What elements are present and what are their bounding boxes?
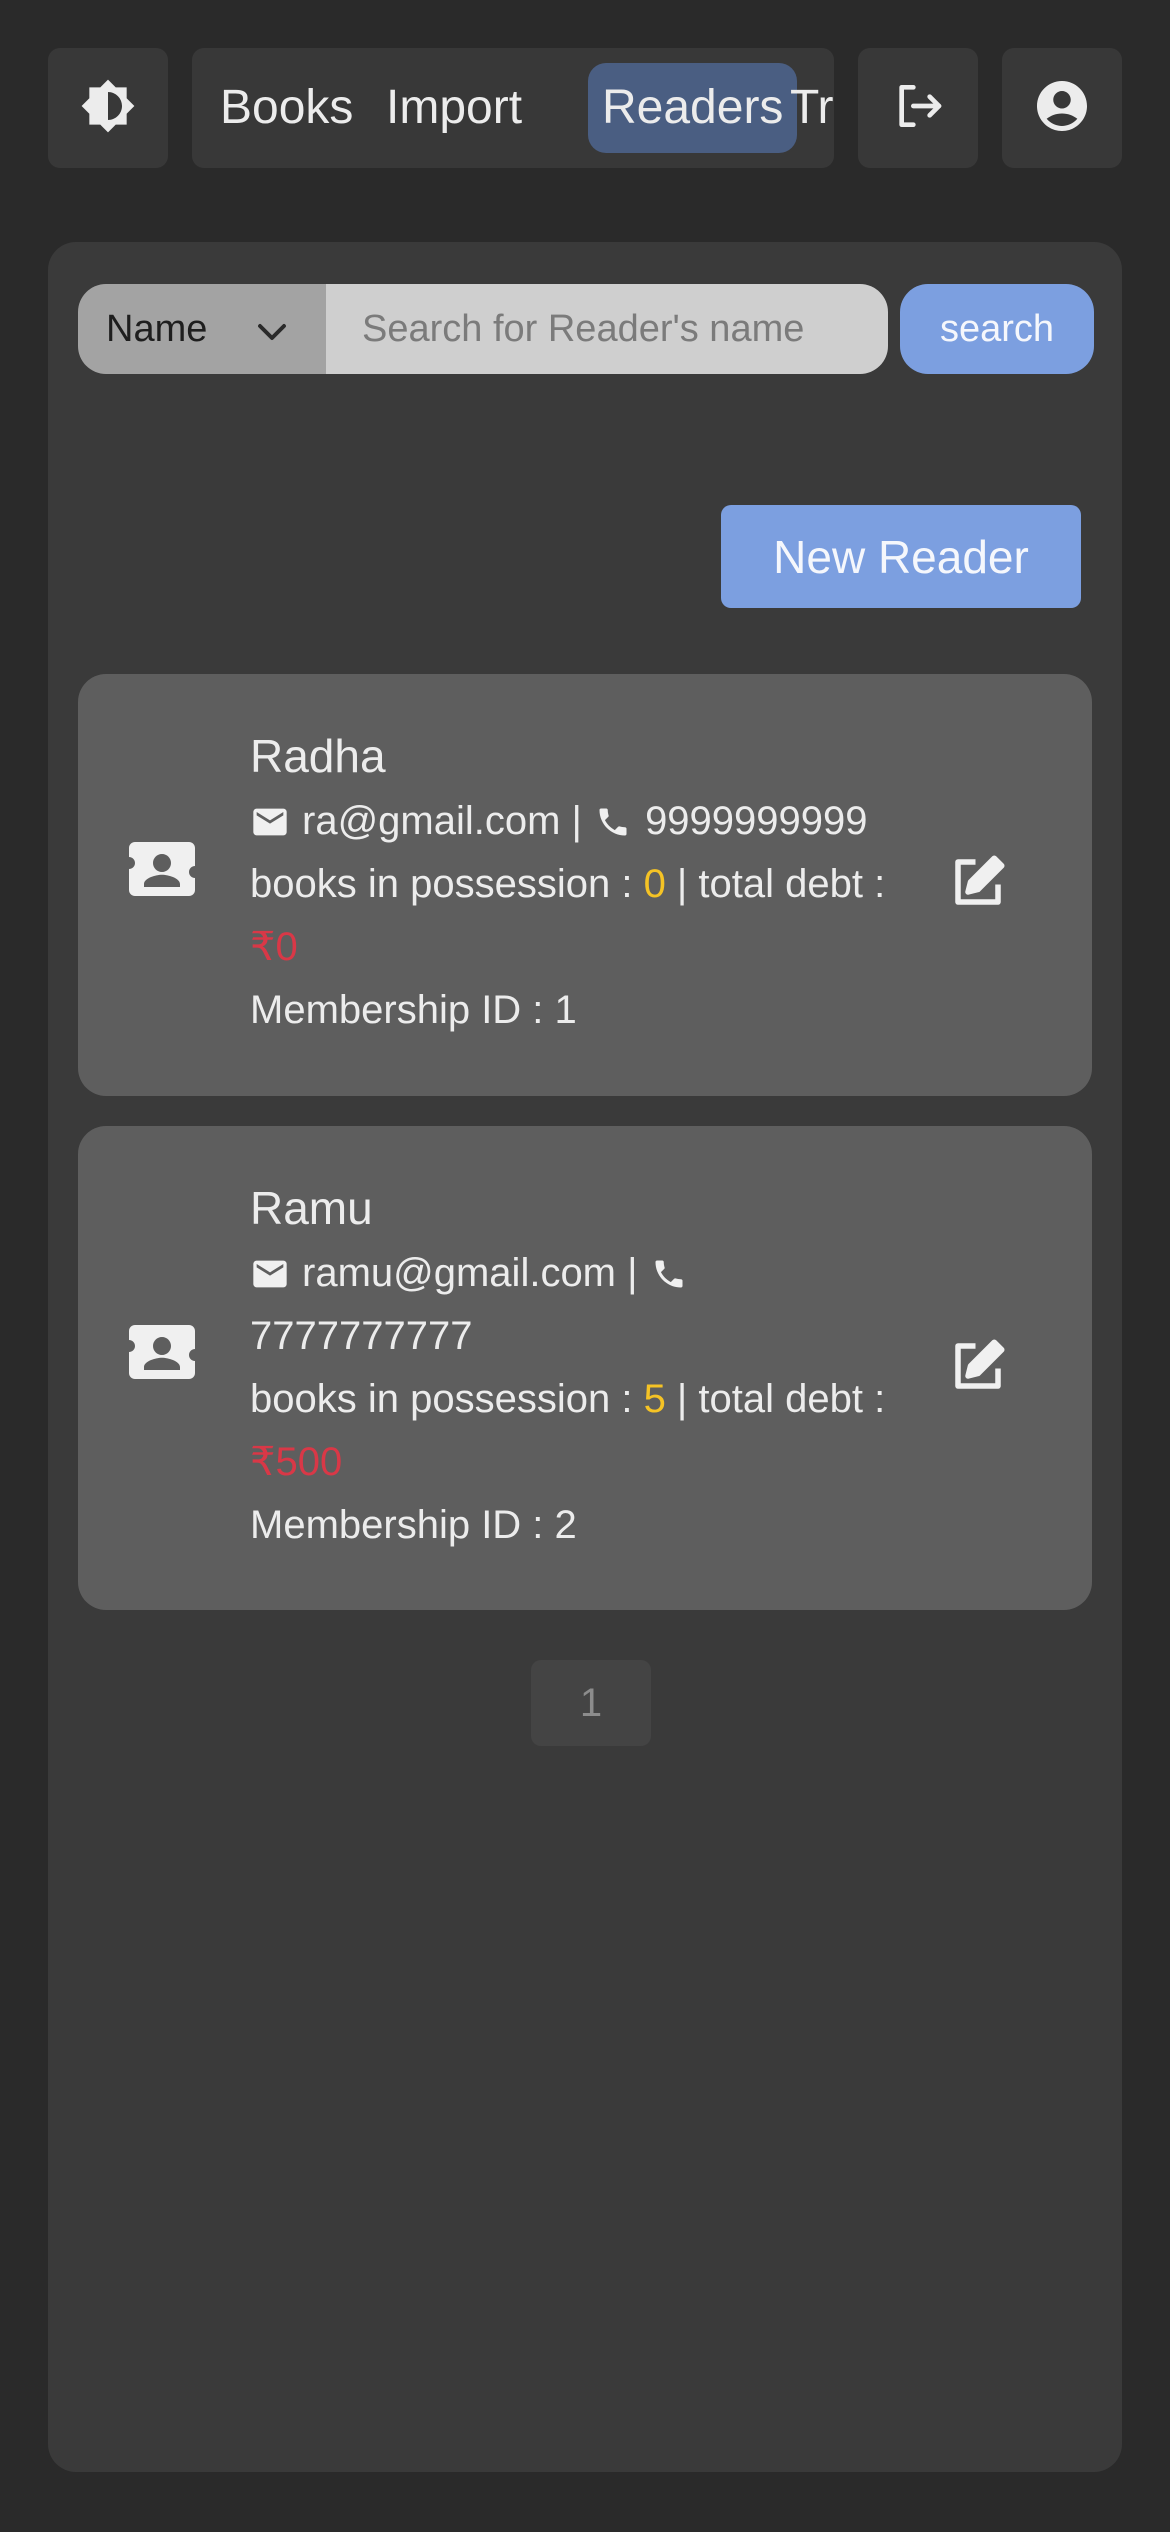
reader-name: Ramu bbox=[250, 1182, 373, 1234]
contact-line: ra@gmail.com | 9999999999 bbox=[250, 790, 930, 853]
reader-name: Radha bbox=[250, 730, 386, 782]
contact-line: ramu@gmail.com | 7777777777 bbox=[250, 1242, 930, 1368]
mail-icon bbox=[250, 1251, 302, 1295]
readers-panel: Name search New Reader Radha ra@gmail.co… bbox=[48, 242, 1122, 2472]
reader-email: ramu@gmail.com bbox=[302, 1251, 617, 1295]
reader-details: Ramu ramu@gmail.com | 7777777777 books i… bbox=[250, 1178, 930, 1557]
tab-import[interactable]: Import bbox=[372, 63, 536, 153]
separator: | bbox=[560, 799, 594, 843]
search-bar: Name search bbox=[78, 284, 1094, 374]
search-field-value: Name bbox=[106, 307, 208, 350]
tab-readers[interactable]: Readers bbox=[588, 63, 798, 153]
theme-toggle-button[interactable] bbox=[48, 48, 168, 168]
contact-card-icon bbox=[126, 839, 198, 904]
search-field-select[interactable]: Name bbox=[78, 284, 326, 374]
mail-icon bbox=[250, 799, 302, 843]
books-label: books in possession : bbox=[250, 1377, 644, 1421]
debt-amount: ₹500 bbox=[250, 1440, 343, 1484]
nav-tabs: Books Import Readers Tra bbox=[192, 48, 834, 168]
logout-icon bbox=[890, 78, 946, 139]
logout-button[interactable] bbox=[858, 48, 978, 168]
membership-label: Membership ID : bbox=[250, 1503, 555, 1547]
books-count: 5 bbox=[643, 1377, 666, 1421]
books-count: 0 bbox=[643, 862, 666, 906]
contact-card-icon bbox=[126, 1322, 198, 1387]
new-reader-button[interactable]: New Reader bbox=[721, 505, 1081, 608]
account-button[interactable] bbox=[1002, 48, 1122, 168]
reader-phone: 9999999999 bbox=[645, 799, 868, 843]
stats-line: books in possession : 0 | total debt : ₹… bbox=[250, 853, 930, 979]
membership-id: 1 bbox=[554, 988, 577, 1032]
membership-label: Membership ID : bbox=[250, 988, 555, 1032]
account-circle-icon bbox=[1032, 76, 1092, 141]
pagination-page-button[interactable]: 1 bbox=[531, 1660, 651, 1746]
reader-email: ra@gmail.com bbox=[302, 799, 561, 843]
brightness-icon bbox=[80, 78, 136, 139]
membership-id: 2 bbox=[554, 1503, 577, 1547]
books-label: books in possession : bbox=[250, 862, 644, 906]
separator: | bbox=[616, 1251, 649, 1295]
debt-amount: ₹0 bbox=[250, 925, 298, 969]
debt-label: | total debt : bbox=[665, 1377, 886, 1421]
tab-books[interactable]: Books bbox=[206, 63, 367, 153]
edit-icon[interactable] bbox=[948, 852, 1008, 917]
search-input[interactable] bbox=[326, 284, 888, 374]
chevron-down-icon bbox=[254, 314, 290, 357]
tab-transactions[interactable]: Tra bbox=[776, 63, 834, 153]
reader-details: Radha ra@gmail.com | 9999999999 books in… bbox=[250, 726, 930, 1042]
stats-line: books in possession : 5 | total debt : ₹… bbox=[250, 1368, 930, 1494]
membership-line: Membership ID : 2 bbox=[250, 1494, 930, 1557]
top-navigation: Books Import Readers Tra bbox=[48, 48, 1122, 168]
reader-phone: 7777777777 bbox=[250, 1314, 473, 1358]
reader-card: Radha ra@gmail.com | 9999999999 books in… bbox=[78, 674, 1092, 1096]
phone-icon bbox=[649, 1251, 701, 1295]
reader-card: Ramu ramu@gmail.com | 7777777777 books i… bbox=[78, 1126, 1092, 1610]
search-button[interactable]: search bbox=[900, 284, 1094, 374]
edit-icon[interactable] bbox=[948, 1336, 1008, 1401]
phone-icon bbox=[593, 799, 645, 843]
debt-label: | total debt : bbox=[665, 862, 886, 906]
membership-line: Membership ID : 1 bbox=[250, 979, 930, 1042]
